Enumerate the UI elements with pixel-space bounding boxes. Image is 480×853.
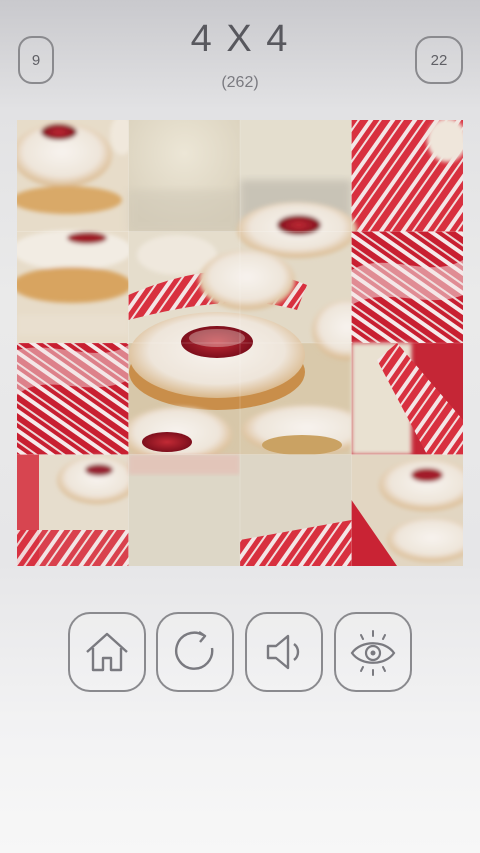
speaker-icon — [266, 634, 300, 670]
puzzle-number: (262) — [221, 74, 259, 91]
home-button[interactable] — [68, 612, 146, 692]
tile-15[interactable] — [240, 454, 352, 567]
restart-button[interactable] — [156, 612, 234, 692]
tile-13[interactable] — [17, 454, 137, 567]
puzzle-image — [17, 120, 463, 566]
tile-2[interactable] — [128, 120, 241, 232]
restart-icon — [175, 631, 214, 670]
time-counter-value: 22 — [430, 51, 448, 69]
puzzle-board — [17, 120, 463, 566]
puzzle-title: 4 X 4 — [190, 18, 290, 60]
tile-16[interactable] — [351, 454, 464, 567]
tile-9b[interactable] — [17, 343, 129, 455]
home-icon — [86, 632, 128, 672]
sound-button[interactable] — [245, 612, 323, 692]
tile-14[interactable] — [128, 454, 241, 567]
eye-icon — [350, 630, 396, 676]
time-counter: 22 — [415, 36, 463, 84]
tile-5[interactable] — [17, 230, 132, 343]
control-bar — [68, 612, 412, 692]
tile-1[interactable] — [17, 120, 134, 232]
tile-12[interactable] — [351, 343, 464, 455]
tile-4[interactable] — [351, 120, 464, 232]
tile-8[interactable] — [351, 231, 464, 344]
preview-button[interactable] — [334, 612, 412, 692]
